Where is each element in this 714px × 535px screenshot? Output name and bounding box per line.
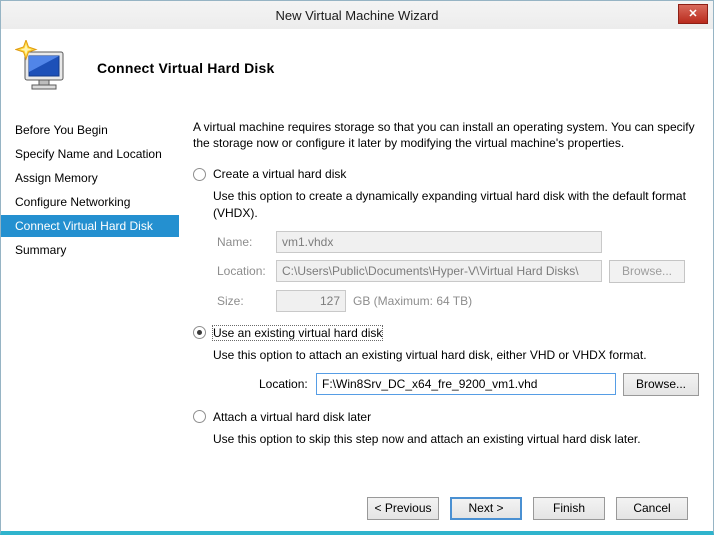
radio-create-virtual-hard-disk-label[interactable]: Create a virtual hard disk [213,167,346,181]
radio-create-virtual-hard-disk[interactable] [193,168,206,181]
location-input-disabled [276,260,602,282]
sidebar-item-before-you-begin[interactable]: Before You Begin [1,119,179,141]
location-label-disabled: Location: [217,264,269,278]
wizard-header: Connect Virtual Hard Disk [1,29,713,107]
browse-button-disabled: Browse... [609,260,685,283]
create-disk-description: Use this option to create a dynamically … [213,188,699,220]
next-button[interactable]: Next > [450,497,522,520]
size-label: Size: [217,294,269,308]
location-label: Location: [259,377,309,391]
size-suffix: GB (Maximum: 64 TB) [353,294,472,308]
radio-use-existing-virtual-hard-disk-label[interactable]: Use an existing virtual hard disk [213,326,382,340]
existing-disk-location-row: Location: Browse... [259,373,699,396]
option-attach-virtual-hard-disk-later: Attach a virtual hard disk later Use thi… [193,410,699,447]
title-bar: New Virtual Machine Wizard ✕ [1,1,713,29]
wizard-monitor-icon [15,40,67,96]
sidebar-item-summary[interactable]: Summary [1,239,179,261]
previous-button[interactable]: < Previous [367,497,439,520]
intro-text: A virtual machine requires storage so th… [193,119,699,151]
sidebar: Before You Begin Specify Name and Locati… [1,107,179,485]
option-use-existing-virtual-hard-disk: Use an existing virtual hard disk Use th… [193,326,699,396]
location-input[interactable] [316,373,616,395]
size-input [276,290,346,312]
sidebar-item-connect-virtual-hard-disk[interactable]: Connect Virtual Hard Disk [1,215,179,237]
cancel-button[interactable]: Cancel [616,497,688,520]
wizard-body: Before You Begin Specify Name and Locati… [1,107,713,485]
page-title: Connect Virtual Hard Disk [97,60,274,76]
browse-button[interactable]: Browse... [623,373,699,396]
existing-disk-description: Use this option to attach an existing vi… [213,347,699,363]
attach-later-description: Use this option to skip this step now an… [213,431,699,447]
close-icon: ✕ [688,8,697,20]
name-input [276,231,602,253]
name-label: Name: [217,235,269,249]
close-button[interactable]: ✕ [678,4,708,24]
sidebar-item-assign-memory[interactable]: Assign Memory [1,167,179,189]
radio-use-existing-virtual-hard-disk[interactable] [193,326,206,339]
radio-attach-virtual-hard-disk-later[interactable] [193,410,206,423]
sidebar-item-configure-networking[interactable]: Configure Networking [1,191,179,213]
sidebar-item-specify-name-and-location[interactable]: Specify Name and Location [1,143,179,165]
wizard-window: New Virtual Machine Wizard ✕ Connect Vir… [0,0,714,535]
window-title: New Virtual Machine Wizard [275,8,438,23]
create-disk-fields: Name: Location: Browse... Size: GB (Maxi… [217,231,699,312]
wizard-content: A virtual machine requires storage so th… [179,107,713,485]
footer: < Previous Next > Finish Cancel [1,485,713,531]
finish-button[interactable]: Finish [533,497,605,520]
option-create-virtual-hard-disk: Create a virtual hard disk Use this opti… [193,167,699,311]
radio-attach-virtual-hard-disk-later-label[interactable]: Attach a virtual hard disk later [213,410,371,424]
